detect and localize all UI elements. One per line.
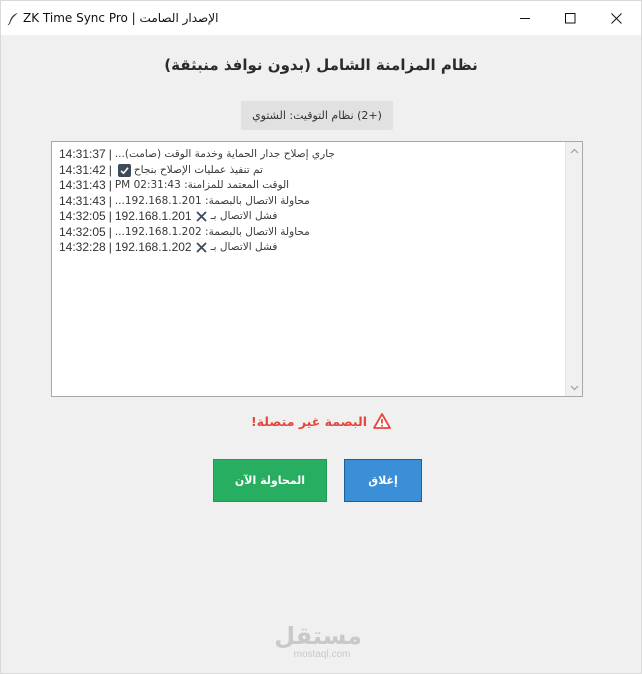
watermark-site: mostaql.com [293,649,351,660]
log-message: محاولة الاتصال بالبصمة: 192.168.1.201... [114,194,310,207]
title-bar[interactable]: ZK Time Sync Pro | الإصدار الصامت [1,1,641,35]
log-line: 14:31:43 | الوقت المعتمد للمزامنة: 02:31:4… [59,178,564,194]
timezone-label: (+2) نظام التوقيت: الشتوي [241,101,393,130]
log-message: محاولة الاتصال بالبصمة: 192.168.1.202... [114,225,310,238]
log-line: 14:31:42 | تم تنفيذ عمليات الإصلاح بنجاح [59,163,564,179]
status-text: البصمة غير متصلة! [250,413,368,429]
log-time: 14:32:28 [59,240,106,254]
chevron-up-icon [570,148,578,153]
x-icon [195,242,207,253]
window-title: ZK Time Sync Pro | الإصدار الصامت [23,11,219,25]
log-separator: | [108,193,112,208]
log-textbox[interactable]: 14:31:37 | جاري إصلاح جدار الحماية وخدمة ا… [51,141,583,397]
log-message: جاري إصلاح جدار الحماية وخدمة الوقت (صام… [114,148,335,160]
chevron-down-icon [570,385,578,390]
log-time: 14:31:43 [59,193,106,208]
watermark: مستقل mostaql.com [274,622,362,660]
log-message: تم تنفيذ عمليات الإصلاح بنجاح [133,163,263,176]
close-icon [610,12,622,24]
log-line: 14:32:28 | 192.168.1.202 فشل الاتصال بـ [59,240,564,256]
app-window: ZK Time Sync Pro | الإصدار الصامت نظام ا… [0,0,642,674]
log-time: 14:31:37 [59,147,106,161]
log-line: 14:31:43 | محاولة الاتصال بالبصمة: 192.168… [59,194,564,210]
log-message: فشل الاتصال بـ [210,210,278,222]
log-ip: 192.168.1.202 [114,240,192,254]
scroll-down-button[interactable] [566,379,582,396]
log-message: فشل الاتصال بـ [210,241,278,253]
maximize-button[interactable] [547,1,593,35]
log-lines: 14:31:37 | جاري إصلاح جدار الحماية وخدمة ا… [59,147,564,256]
log-separator: | [108,224,112,239]
log-line: 14:31:37 | جاري إصلاح جدار الحماية وخدمة ا… [59,147,564,163]
close-window-button[interactable] [593,1,639,35]
feather-icon [7,13,18,25]
watermark-logo: مستقل [274,622,362,650]
log-line: 14:32:05 | 192.168.1.201 فشل الاتصال بـ [59,209,564,225]
log-separator: | [108,240,112,254]
warning-icon [373,413,391,429]
minimize-icon [519,17,530,19]
x-icon [195,211,207,222]
close-button[interactable]: إغلاق [344,459,422,502]
log-separator: | [108,147,112,161]
log-message: الوقت المعتمد للمزامنة: 02:31:43 PM [114,179,290,191]
scroll-up-button[interactable] [566,142,582,159]
maximize-icon [564,12,575,23]
minimize-button[interactable] [502,1,548,35]
retry-now-button[interactable]: المحاولة الآن [213,459,327,502]
log-time: 14:31:42 [59,162,106,177]
log-separator: | [108,209,112,223]
status-message: البصمة غير متصلة! [1,413,641,429]
log-time: 14:32:05 [59,209,106,223]
log-separator: | [108,162,112,177]
log-scrollbar[interactable] [565,142,582,396]
log-ip: 192.168.1.201 [114,209,192,223]
log-time: 14:32:05 [59,224,106,239]
log-line: 14:32:05 | محاولة الاتصال بالبصمة: 192.168… [59,225,564,241]
log-time: 14:31:43 [59,178,106,192]
check-icon [117,163,131,177]
page-title: نظام المزامنة الشامل (بدون نوافذ منبثقة) [164,56,478,74]
log-separator: | [108,178,112,192]
